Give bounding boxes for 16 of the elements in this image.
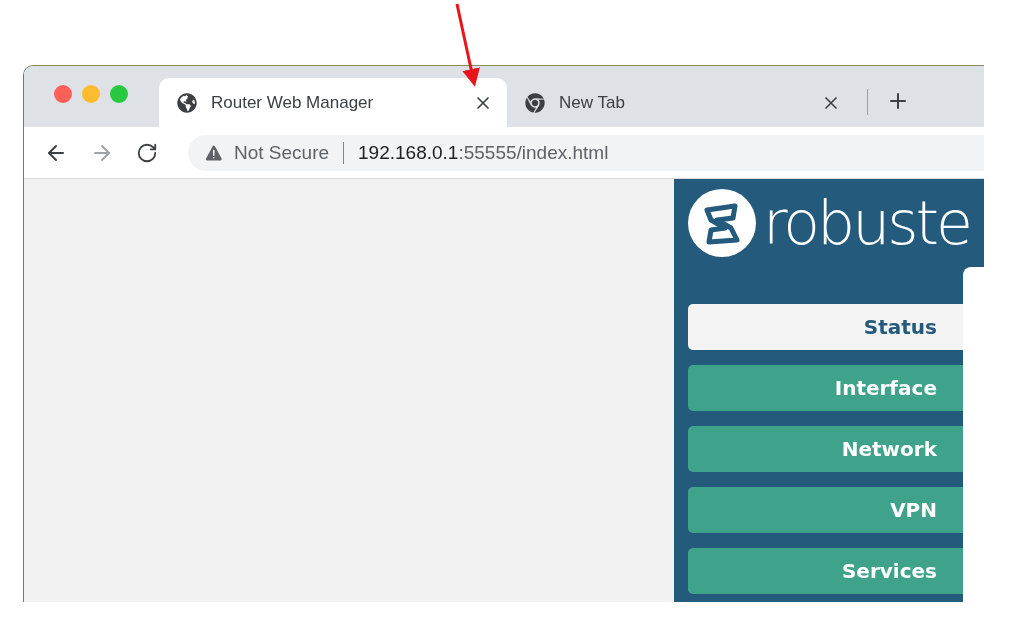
window-control-dot[interactable]	[82, 85, 100, 103]
browser-tab[interactable]: Router Web Manager	[159, 78, 507, 127]
menu-button[interactable]: Status	[688, 304, 963, 350]
logo-icon	[687, 188, 757, 258]
window-control-dot[interactable]	[110, 85, 128, 103]
browser-logo-icon	[525, 92, 545, 113]
url-text: 192.168.0.1:55555/index.html	[358, 141, 609, 164]
reload-button[interactable]	[136, 141, 158, 164]
tab-title: Router Web Manager	[211, 92, 375, 113]
address-field[interactable]: Not Secure 192.168.0.1:55555/index.html	[188, 134, 984, 171]
globe-icon	[177, 92, 197, 113]
browser-tab[interactable]: New Tab	[507, 78, 855, 127]
tab-title: New Tab	[559, 92, 626, 113]
security-label: Not Secure	[234, 141, 330, 164]
logo-wordmark: robuste	[763, 193, 970, 253]
window-control-dot[interactable]	[54, 85, 72, 103]
